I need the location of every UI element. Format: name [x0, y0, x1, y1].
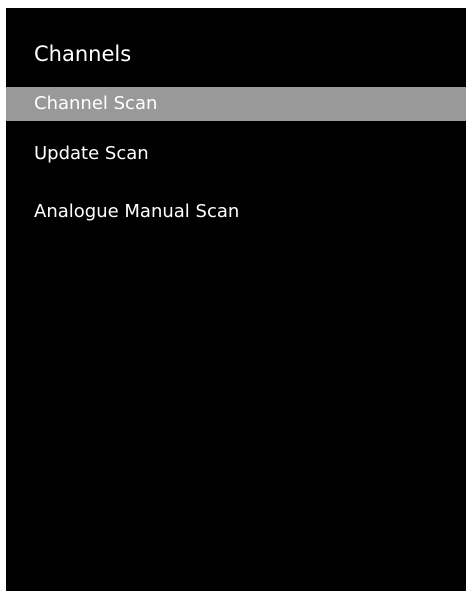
- menu-item-channel-scan[interactable]: Channel Scan: [6, 87, 466, 121]
- menu-item-analogue-manual-scan[interactable]: Analogue Manual Scan: [6, 195, 466, 229]
- menu-title: Channels: [34, 42, 132, 66]
- menu-item-update-scan[interactable]: Update Scan: [6, 137, 466, 171]
- tv-menu-screen: Channels Channel Scan Update Scan Analog…: [6, 8, 466, 591]
